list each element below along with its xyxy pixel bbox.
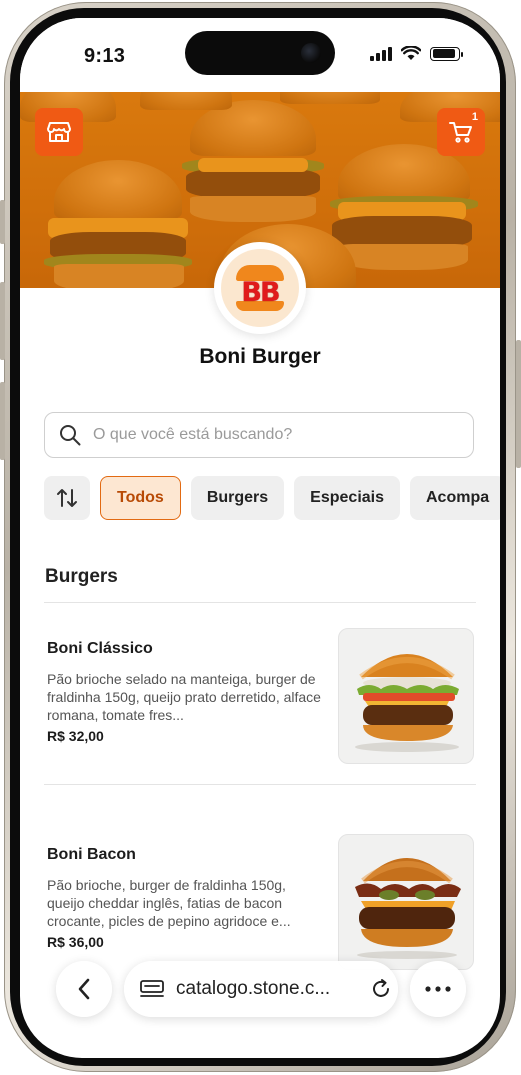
dynamic-island: [185, 31, 335, 75]
product-image: [338, 628, 474, 764]
cart-count-badge: 1: [471, 111, 478, 123]
browser-toolbar: catalogo.stone.c...: [20, 953, 500, 1023]
logo-text: BB: [241, 277, 280, 308]
more-dots-icon: [425, 986, 451, 992]
screen: 9:13 1 BB Boni Burger O que você está bu…: [20, 18, 500, 1058]
product-description: Pão brioche, burger de fraldinha 150g, q…: [47, 877, 291, 929]
search-bar[interactable]: [44, 412, 474, 458]
product-description: Pão brioche selado na manteiga, burger d…: [47, 671, 321, 723]
page-list-icon: [140, 980, 164, 997]
category-filters: Todos Burgers Especiais Acompa: [44, 476, 500, 520]
url-text: catalogo.stone.c...: [176, 978, 331, 999]
address-bar[interactable]: catalogo.stone.c...: [124, 961, 398, 1017]
search-icon: [60, 425, 81, 446]
battery-icon: [430, 46, 463, 61]
cart-button[interactable]: 1: [437, 108, 485, 156]
search-input[interactable]: [91, 425, 455, 445]
shopping-cart-icon: [449, 122, 472, 143]
product-name: Boni Clássico: [47, 640, 153, 657]
signal-icon: [370, 46, 392, 61]
reload-icon[interactable]: [370, 978, 392, 1000]
section-title: Burgers: [45, 566, 118, 587]
divider: [44, 602, 476, 603]
storefront-icon: [47, 122, 71, 142]
status-icons: [370, 46, 463, 61]
store-button[interactable]: [35, 108, 83, 156]
camera-icon: [301, 43, 321, 63]
product-image: [338, 834, 474, 970]
volume-down-button: [0, 382, 5, 460]
more-button[interactable]: [410, 961, 466, 1017]
product-price: R$ 36,00: [47, 934, 104, 950]
volume-up-button: [0, 282, 5, 360]
power-button: [516, 340, 521, 468]
chip-acompanhamentos[interactable]: Acompa: [410, 476, 500, 520]
side-button: [0, 200, 5, 244]
store-name: Boni Burger: [199, 345, 321, 368]
chip-burgers[interactable]: Burgers: [190, 476, 285, 520]
back-button[interactable]: [56, 961, 112, 1017]
sort-arrows-icon: [57, 489, 77, 507]
wifi-icon: [401, 46, 421, 60]
divider: [44, 784, 476, 785]
status-time: 9:13: [84, 45, 126, 67]
product-price: R$ 32,00: [47, 728, 104, 744]
product-card[interactable]: Boni Clássico Pão brioche selado na mant…: [44, 628, 476, 780]
sort-button[interactable]: [44, 476, 90, 520]
status-bar: 9:13: [20, 18, 500, 92]
store-logo: BB: [214, 242, 306, 334]
chip-especiais[interactable]: Especiais: [294, 476, 400, 520]
product-name: Boni Bacon: [47, 846, 136, 863]
chevron-left-icon: [78, 978, 90, 1000]
chip-todos[interactable]: Todos: [100, 476, 181, 520]
